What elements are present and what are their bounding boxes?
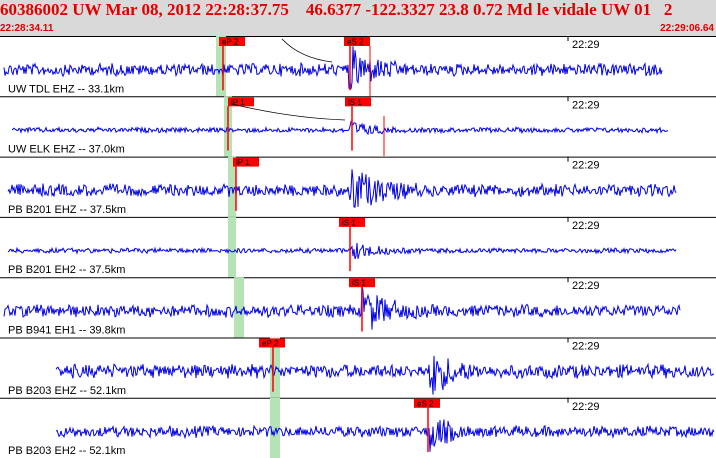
arrival-curve xyxy=(281,38,333,63)
time-tick-label: 22:29 xyxy=(572,401,600,413)
channel-row[interactable]: eS 2 22:29 PB B203 EH2 -- 52.1km xyxy=(0,397,716,458)
waveform-trace xyxy=(7,169,677,208)
channel-label: PB B201 EHZ -- 37.5km xyxy=(8,204,126,216)
seismogram-panel[interactable]: eP 2 eS 2 22:29 UW TDL EHZ -- 33.1km iP 1 iS … xyxy=(0,36,716,458)
channel-row[interactable]: iP 1 iS 1 22:29UW ELK EHZ -- 37.0km xyxy=(0,96,716,157)
pick-label: iP 1 xyxy=(236,158,250,167)
time-tick-label: 22:29 xyxy=(572,341,600,353)
channel-label: UW TDL EHZ -- 33.1km xyxy=(8,83,124,95)
waveform-trace xyxy=(11,120,669,136)
channel-row[interactable]: iS 1 22:29 PB B941 EH1 -- 39.8km xyxy=(0,277,716,338)
window-start-time: 22:28:34.11 xyxy=(0,23,54,34)
window-end-time: 22:29:06.64 xyxy=(660,23,714,34)
waveform-trace xyxy=(7,242,677,260)
pick-label: iS 1 xyxy=(352,279,366,288)
channel-label: PB B941 EH1 -- 39.8km xyxy=(8,325,125,337)
time-tick-label: 22:29 xyxy=(572,39,600,51)
pick-label: eS 2 xyxy=(417,399,434,408)
channel-label: PB B201 EH2 -- 37.5km xyxy=(8,264,125,276)
time-tick-label: 22:29 xyxy=(572,280,600,292)
waveform-trace xyxy=(55,419,715,452)
channel-row[interactable]: iS 1 22:29 PB B201 EH2 -- 37.5km xyxy=(0,216,716,278)
channel-label: PB B203 EH2 -- 52.1km xyxy=(8,445,125,457)
channel-label: UW ELK EHZ -- 37.0km xyxy=(8,144,125,156)
channel-row[interactable]: eP 2 22:29 PB B203 EHZ -- 52.1km xyxy=(0,337,716,398)
pick-label: iS 1 xyxy=(348,98,362,107)
event-title: 60386002 UW Mar 08, 2012 22:28:37.75 46.… xyxy=(0,0,673,19)
time-tick-label: 22:29 xyxy=(572,99,600,111)
time-tick-label: 22:29 xyxy=(572,220,600,232)
pick-label: eP 2 xyxy=(262,339,279,348)
waveform-trace xyxy=(55,355,715,395)
pick-label: eP 2 xyxy=(222,38,239,47)
event-header: 60386002 UW Mar 08, 2012 22:28:37.75 46.… xyxy=(0,0,716,36)
pick-label: eS 2 xyxy=(347,38,364,47)
channel-label: PB B203 EHZ -- 52.1km xyxy=(8,385,126,397)
channel-row[interactable]: iP 1 22:29 PB B201 EHZ -- 37.5km xyxy=(0,156,716,217)
arrival-curve xyxy=(231,103,346,121)
pick-label: iS 1 xyxy=(342,218,356,227)
pick-window xyxy=(228,216,236,278)
time-tick-label: 22:29 xyxy=(572,160,600,172)
channel-row[interactable]: eP 2 eS 2 22:29 UW TDL EHZ -- 33.1km xyxy=(0,36,716,97)
